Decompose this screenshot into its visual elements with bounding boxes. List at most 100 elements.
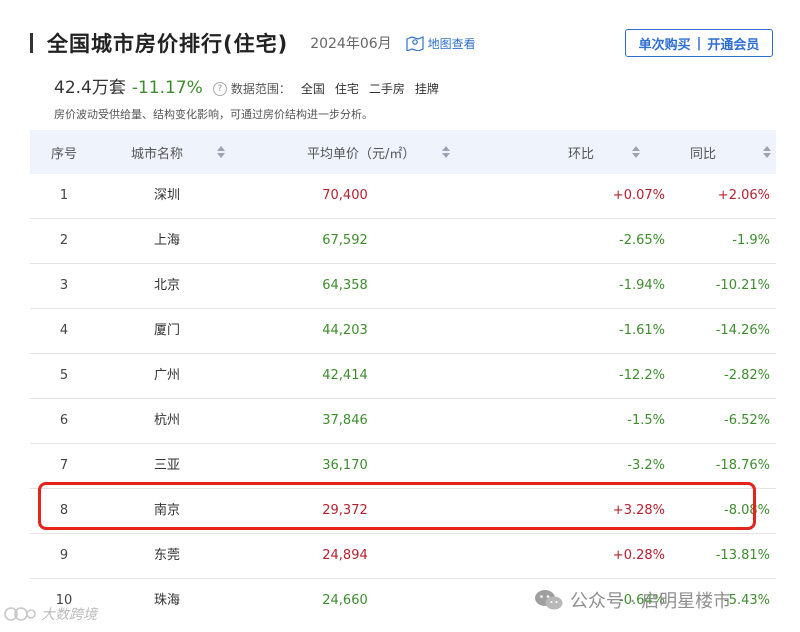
map-view-link[interactable]: 地图查看: [406, 35, 476, 52]
table-row[interactable]: 6 杭州 37,846 -1.5% -6.52%: [30, 399, 776, 444]
table-row[interactable]: 4 厦门 44,203 -1.61% -14.26%: [30, 309, 776, 354]
watermark-corner-text: 大数跨境: [41, 607, 97, 623]
table-row-highlighted[interactable]: 8 南京 29,372 +3.28% -8.08%: [30, 489, 776, 534]
cell-price: 24,894: [322, 548, 368, 563]
cell-yoy: -1.9%: [732, 233, 770, 248]
cell-price: 36,170: [322, 458, 368, 473]
table-header: 序号 城市名称 平均单价（元/㎡） 环比 同比: [30, 130, 776, 174]
cell-rank: 7: [59, 458, 69, 473]
help-icon[interactable]: ?: [212, 82, 227, 96]
header-yoy-label: 同比: [690, 146, 717, 162]
total-listings: 42.4万套: [54, 78, 126, 98]
ranking-table: 序号 城市名称 平均单价（元/㎡） 环比 同比 1 深圳 70,400 +0.0…: [30, 130, 776, 623]
cell-mom: -2.65%: [619, 233, 665, 248]
table-row[interactable]: 7 三亚 36,170 -3.2% -18.76%: [30, 444, 776, 489]
cell-rank: 2: [59, 233, 69, 248]
sort-icon[interactable]: [763, 146, 771, 158]
cell-city: 珠海: [153, 593, 180, 608]
scope-label: 数据范围：: [230, 82, 291, 96]
cell-yoy: -14.26%: [715, 323, 770, 338]
watermark-wechat: 公众号 · 启明星楼市: [534, 587, 731, 613]
cell-yoy: -6.52%: [724, 413, 770, 428]
header-price[interactable]: 平均单价（元/㎡）: [236, 130, 454, 174]
cell-price: 70,400: [322, 188, 368, 203]
table-row[interactable]: 3 北京 64,358 -1.94% -10.21%: [30, 264, 776, 309]
cell-mom: -1.61%: [619, 323, 665, 338]
page-title: 全国城市房价排行(住宅): [47, 32, 289, 56]
cell-rank: 4: [59, 323, 69, 338]
title-accent-bar: [30, 33, 33, 53]
cell-mom: +3.28%: [612, 503, 665, 518]
cell-price: 64,358: [322, 278, 368, 293]
cell-rank: 1: [59, 188, 69, 203]
header-rank-label: 序号: [50, 146, 77, 162]
cell-city: 三亚: [153, 458, 180, 473]
scope-item-source: 挂牌: [414, 82, 439, 96]
watermark-corner: 大数跨境: [4, 604, 97, 624]
cell-rank: 6: [59, 413, 69, 428]
cell-price: 44,203: [322, 323, 368, 338]
header-rank: 序号: [30, 130, 98, 174]
header-mom[interactable]: 环比: [442, 130, 689, 174]
cell-yoy: -13.81%: [715, 548, 770, 563]
brand-logo-icon: [4, 607, 36, 621]
cell-price: 42,414: [322, 368, 368, 383]
header-mom-label: 环比: [568, 146, 595, 162]
cell-mom: -3.2%: [627, 458, 665, 473]
cell-rank: 8: [59, 503, 69, 518]
watermark-wechat-text: 公众号 · 启明星楼市: [570, 591, 732, 612]
total-change: -11.17%: [131, 78, 203, 98]
purchase-button-group: 单次购买 | 开通会员: [625, 29, 773, 57]
analysis-note: 房价波动受供给量、结构变化影响，可通过房价结构进一步分析。: [54, 108, 373, 121]
cell-yoy: +2.06%: [717, 188, 770, 203]
map-view-label: 地图查看: [427, 36, 476, 51]
table-row[interactable]: 1 深圳 70,400 +0.07% +2.06%: [30, 174, 776, 219]
header-price-label: 平均单价（元/㎡）: [307, 146, 416, 162]
button-separator: |: [696, 35, 702, 51]
open-vip-button[interactable]: 开通会员: [707, 34, 759, 53]
scope-item-type: 住宅: [334, 82, 359, 96]
cell-price: 29,372: [322, 503, 368, 518]
sort-icon[interactable]: [217, 146, 225, 158]
cell-city: 深圳: [153, 188, 180, 203]
cell-mom: -1.5%: [627, 413, 665, 428]
cell-yoy: -2.82%: [724, 368, 770, 383]
cell-yoy: -18.76%: [715, 458, 770, 473]
header-city[interactable]: 城市名称: [98, 130, 236, 174]
table-row[interactable]: 5 广州 42,414 -12.2% -2.82%: [30, 354, 776, 399]
cell-yoy: -8.08%: [724, 503, 770, 518]
cell-price: 37,846: [322, 413, 368, 428]
report-date: 2024年06月: [310, 36, 392, 52]
cell-rank: 3: [59, 278, 69, 293]
cell-city: 杭州: [153, 413, 180, 428]
cell-city: 上海: [153, 233, 180, 248]
scope-item-market: 二手房: [368, 82, 405, 96]
cell-price: 67,592: [322, 233, 368, 248]
cell-yoy: -10.21%: [715, 278, 770, 293]
table-row[interactable]: 9 东莞 24,894 +0.28% -13.81%: [30, 534, 776, 579]
cell-city: 北京: [153, 278, 180, 293]
header-yoy[interactable]: 同比: [689, 130, 776, 174]
scope-item-region: 全国: [300, 82, 325, 96]
title-bar: 全国城市房价排行(住宅) 2024年06月 地图查看: [30, 28, 476, 58]
cell-rank: 5: [59, 368, 69, 383]
cell-city: 厦门: [153, 323, 180, 338]
sort-icon[interactable]: [632, 146, 640, 158]
cell-city: 广州: [153, 368, 180, 383]
cell-rank: 9: [59, 548, 69, 563]
cell-mom: +0.07%: [612, 188, 665, 203]
buy-once-button[interactable]: 单次购买: [639, 34, 691, 53]
cell-city: 东莞: [153, 548, 180, 563]
cell-city: 南京: [153, 503, 180, 518]
cell-price: 24,660: [322, 593, 368, 608]
map-pin-icon: [406, 36, 424, 51]
cell-mom: -12.2%: [619, 368, 665, 383]
summary-line: 42.4万套 -11.17% ? 数据范围： 全国 住宅 二手房 挂牌: [54, 73, 439, 98]
header-city-label: 城市名称: [130, 146, 183, 162]
sort-icon[interactable]: [442, 146, 450, 158]
table-body: 1 深圳 70,400 +0.07% +2.06% 2 上海 67,592 -2…: [30, 174, 776, 623]
wechat-icon: [535, 590, 563, 610]
cell-mom: +0.28%: [612, 548, 665, 563]
cell-mom: -1.94%: [619, 278, 665, 293]
table-row[interactable]: 2 上海 67,592 -2.65% -1.9%: [30, 219, 776, 264]
